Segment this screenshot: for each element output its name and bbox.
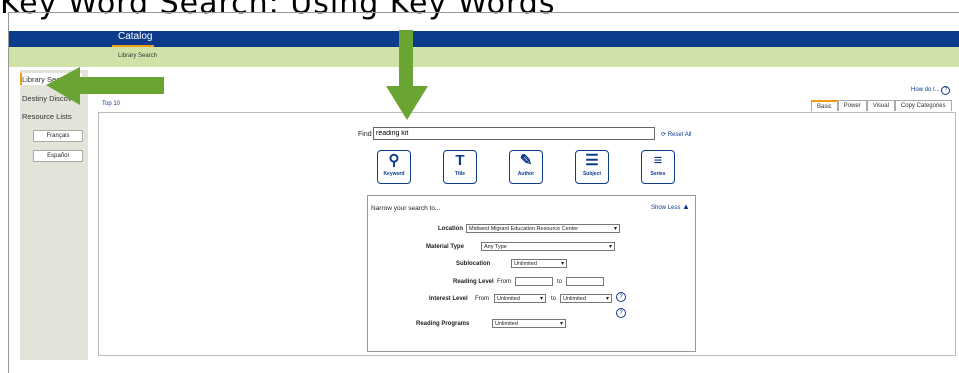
reading-from-input[interactable] bbox=[515, 277, 553, 286]
interest-to-label: to bbox=[551, 296, 557, 302]
breadcrumb: Library Search bbox=[118, 53, 158, 59]
subject-label: Subject bbox=[582, 171, 602, 177]
reading-to-label: to bbox=[557, 279, 563, 285]
author-label: Author bbox=[517, 171, 535, 177]
keyword-label: Keyword bbox=[383, 171, 405, 177]
title-t-icon: T bbox=[455, 152, 465, 169]
reading-programs-help-icon[interactable]: ? bbox=[616, 308, 626, 318]
narrow-search-panel bbox=[367, 195, 696, 352]
subject-search-button[interactable]: ☰ Subject bbox=[575, 150, 609, 184]
location-label: Location bbox=[438, 226, 463, 232]
spanish-button[interactable]: Español bbox=[33, 150, 83, 162]
caret-up-icon: ▲ bbox=[682, 202, 690, 211]
tab-copy-categories[interactable]: Copy Categories bbox=[894, 100, 952, 111]
reading-to-input[interactable] bbox=[566, 277, 604, 286]
reading-programs-label: Reading Programs bbox=[416, 321, 470, 327]
sublocation-select[interactable]: Unlimited bbox=[511, 259, 567, 268]
pen-icon: ✎ bbox=[519, 152, 533, 169]
reading-level-label: Reading Level bbox=[453, 279, 494, 285]
reading-programs-select[interactable]: Unlimited bbox=[492, 319, 566, 328]
show-less-link[interactable]: Show Less ▲ bbox=[651, 202, 690, 211]
find-input[interactable] bbox=[373, 127, 655, 140]
french-button[interactable]: Français bbox=[33, 130, 83, 142]
sublocation-label: Sublocation bbox=[456, 261, 491, 267]
catalog-tab[interactable]: Catalog bbox=[118, 31, 152, 42]
sidebar-item-resource-lists[interactable]: Resource Lists bbox=[22, 112, 72, 121]
reset-icon: ⟳ bbox=[661, 132, 667, 138]
tab-basic[interactable]: Basic bbox=[811, 100, 838, 111]
material-type-label: Material Type bbox=[426, 244, 464, 250]
interest-help-icon[interactable]: ? bbox=[616, 292, 626, 302]
keyword-search-button[interactable]: ⚲ Keyword bbox=[377, 150, 411, 184]
reset-all-link[interactable]: ⟳ Reset All bbox=[661, 131, 691, 138]
narrow-title: Narrow your search to... bbox=[371, 205, 441, 212]
list-icon: ≡ bbox=[653, 152, 663, 169]
series-label: Series bbox=[650, 171, 666, 177]
down-arrow-annotation bbox=[386, 30, 428, 120]
how-do-i-label: How do I... bbox=[911, 87, 940, 93]
help-icon: ? bbox=[941, 86, 951, 95]
magnifier-icon: ⚲ bbox=[388, 152, 400, 169]
tab-power[interactable]: Power bbox=[837, 100, 867, 111]
location-select[interactable]: Midwest Migrant Education Resource Cente… bbox=[466, 224, 620, 233]
reset-all-label: Reset All bbox=[667, 132, 692, 138]
view-tabs: Basic Power Visual Copy Categories bbox=[811, 100, 952, 111]
interest-from-label: From bbox=[475, 296, 489, 302]
author-search-button[interactable]: ✎ Author bbox=[509, 150, 543, 184]
material-type-select[interactable]: Any Type bbox=[481, 242, 615, 251]
series-search-button[interactable]: ≡ Series bbox=[641, 150, 675, 184]
title-label: Title bbox=[454, 171, 466, 177]
interest-level-label: Interest Level bbox=[429, 296, 468, 302]
find-label: Find bbox=[358, 131, 372, 138]
how-do-i-link[interactable]: How do I... ? bbox=[911, 86, 951, 95]
lines-icon: ☰ bbox=[585, 152, 599, 169]
reading-from-label: From bbox=[497, 279, 511, 285]
show-less-label: Show Less bbox=[651, 205, 681, 211]
interest-from-select[interactable]: Unlimited bbox=[494, 294, 546, 303]
title-search-button[interactable]: T Title bbox=[443, 150, 477, 184]
left-arrow-annotation bbox=[46, 67, 164, 105]
interest-to-select[interactable]: Unlimited bbox=[560, 294, 612, 303]
tab-visual[interactable]: Visual bbox=[866, 100, 895, 111]
